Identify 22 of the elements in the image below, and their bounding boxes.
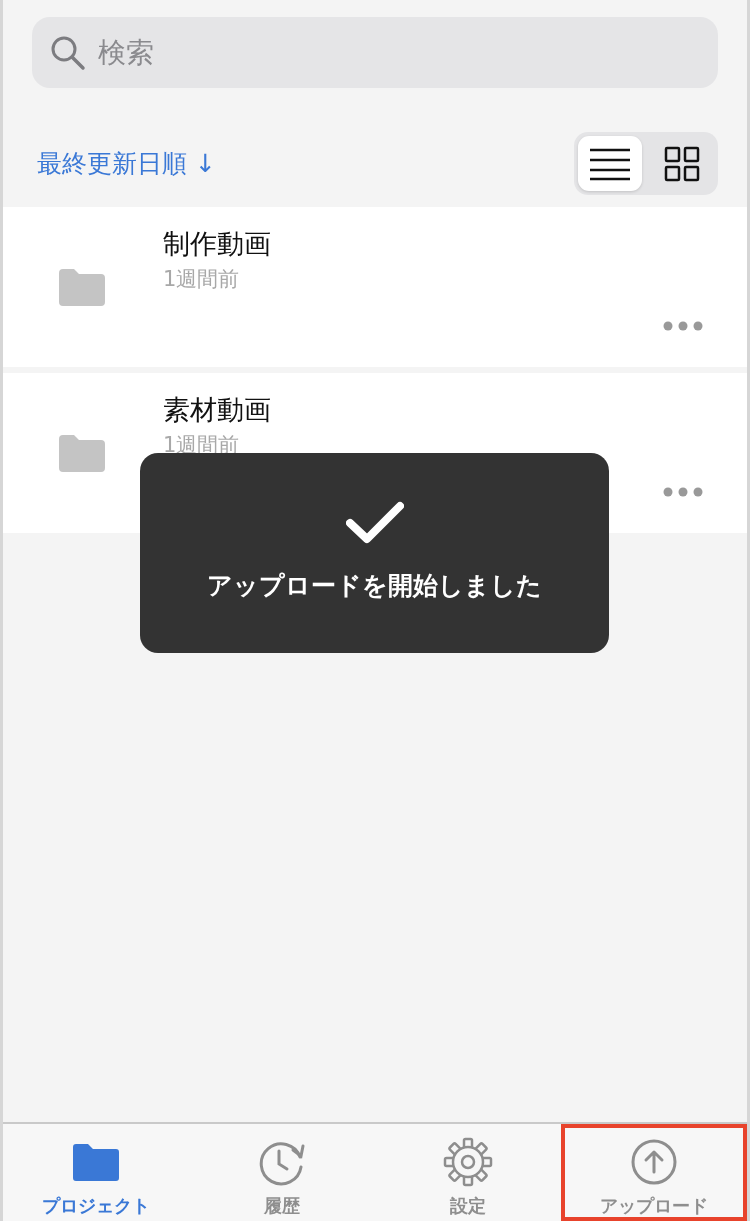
sort-link[interactable]: 最終更新日順 ↓ <box>37 144 216 183</box>
tab[interactable]: 設定 <box>375 1124 561 1221</box>
folder-name: 素材動画 <box>163 393 271 427</box>
folder-icon <box>59 269 105 306</box>
folder-name: 制作動画 <box>163 227 271 261</box>
folder-date: 1週間前 <box>163 266 241 293</box>
folder-icon <box>59 435 105 472</box>
tab[interactable]: 履歴 <box>189 1124 375 1221</box>
toast-message: アップロードを開始しました <box>207 570 542 603</box>
upload-icon <box>630 1138 678 1186</box>
folder-icon <box>73 1143 119 1181</box>
grid-icon <box>664 145 700 182</box>
search-field[interactable]: 検索 <box>32 17 718 88</box>
settings-icon <box>443 1137 493 1187</box>
list-view-button[interactable] <box>578 136 642 191</box>
tab[interactable]: プロジェクト <box>3 1124 189 1221</box>
more-icon <box>663 486 703 497</box>
check-icon <box>345 501 404 546</box>
more-icon <box>663 320 703 331</box>
folder-row[interactable]: 制作動画 1週間前 <box>3 207 747 367</box>
list-icon <box>588 146 632 181</box>
tab[interactable]: アップロード <box>561 1124 747 1221</box>
